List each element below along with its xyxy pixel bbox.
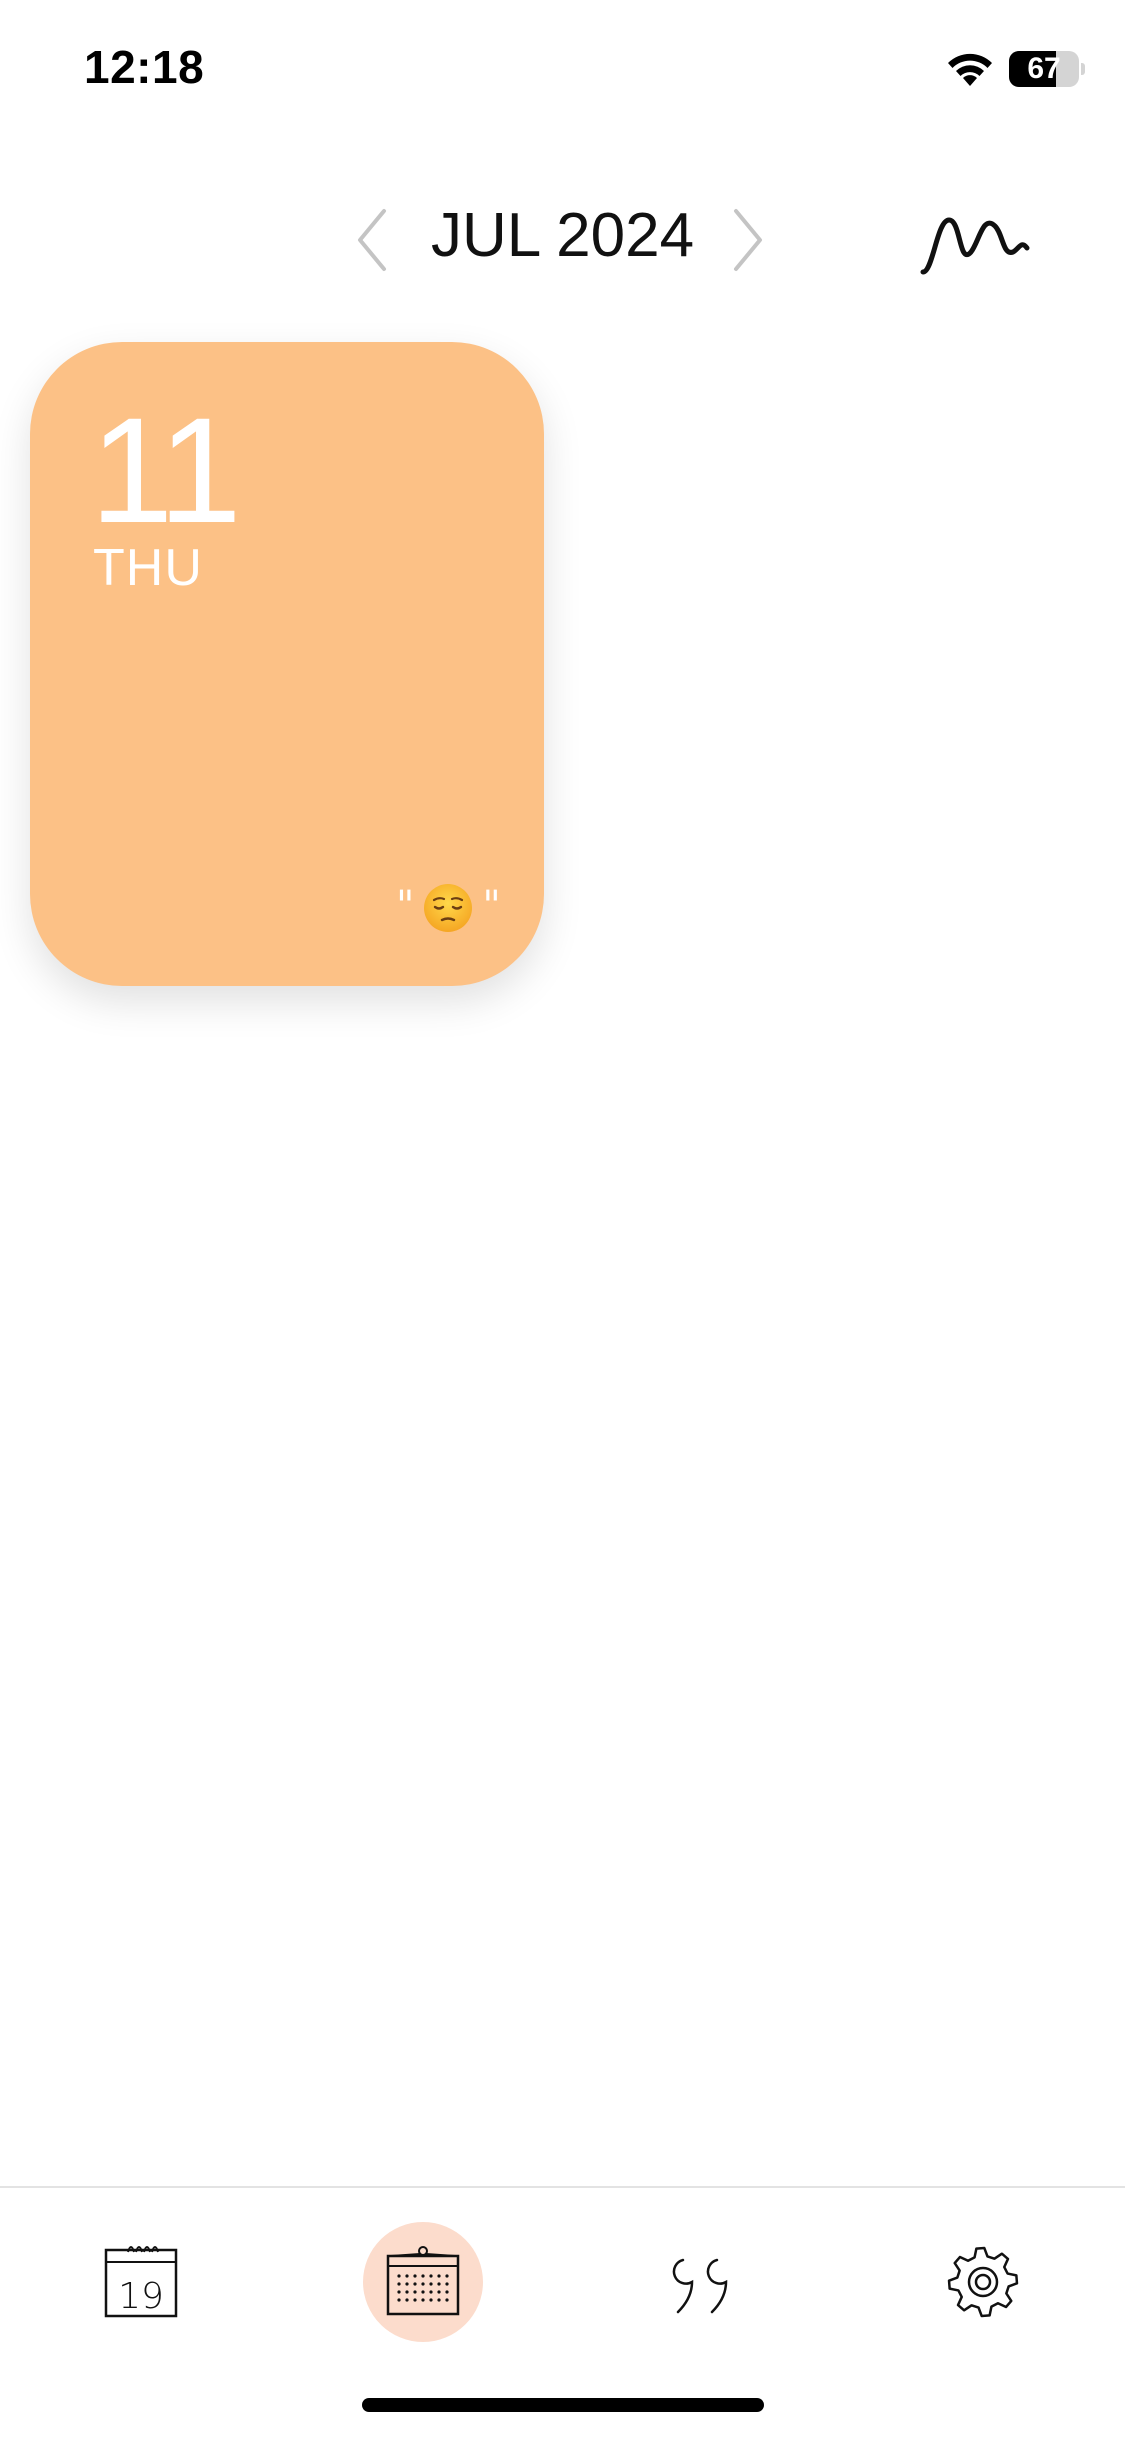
open-quote-mark: " bbox=[396, 883, 415, 929]
battery-cap bbox=[1081, 63, 1085, 75]
mood-indicator: " " bbox=[396, 882, 501, 952]
chevron-right-icon[interactable] bbox=[722, 205, 772, 275]
home-indicator bbox=[362, 2398, 764, 2412]
close-quote-mark: " bbox=[482, 883, 501, 929]
battery-level: 67 bbox=[1027, 52, 1061, 85]
day-entry-card[interactable]: 11 THU " " bbox=[30, 342, 544, 986]
calendar-day-number: 19 bbox=[118, 2276, 164, 2317]
battery-indicator: 67 bbox=[1009, 51, 1079, 87]
chevron-left-icon[interactable] bbox=[348, 205, 398, 275]
month-title: JUL 2024 bbox=[430, 201, 695, 270]
tab-daily[interactable]: 19 bbox=[80, 2222, 200, 2342]
status-bar: 12:18 67 bbox=[0, 0, 1125, 140]
pensive-face-icon bbox=[424, 884, 473, 932]
calendar-day-icon: 19 bbox=[104, 2246, 178, 2318]
gear-icon bbox=[947, 2246, 1019, 2318]
tab-settings[interactable] bbox=[923, 2222, 1043, 2342]
calendar-grid-icon bbox=[386, 2246, 460, 2316]
day-number: 11 bbox=[90, 386, 242, 554]
tab-monthly[interactable] bbox=[363, 2222, 483, 2342]
status-time: 12:18 bbox=[84, 41, 205, 93]
wave-icon[interactable] bbox=[915, 200, 1035, 280]
wifi-icon bbox=[948, 53, 992, 86]
month-header: JUL 2024 bbox=[0, 180, 1125, 300]
day-weekday: THU bbox=[93, 539, 203, 597]
quote-icon bbox=[672, 2258, 728, 2314]
tab-quotes[interactable] bbox=[643, 2222, 763, 2342]
